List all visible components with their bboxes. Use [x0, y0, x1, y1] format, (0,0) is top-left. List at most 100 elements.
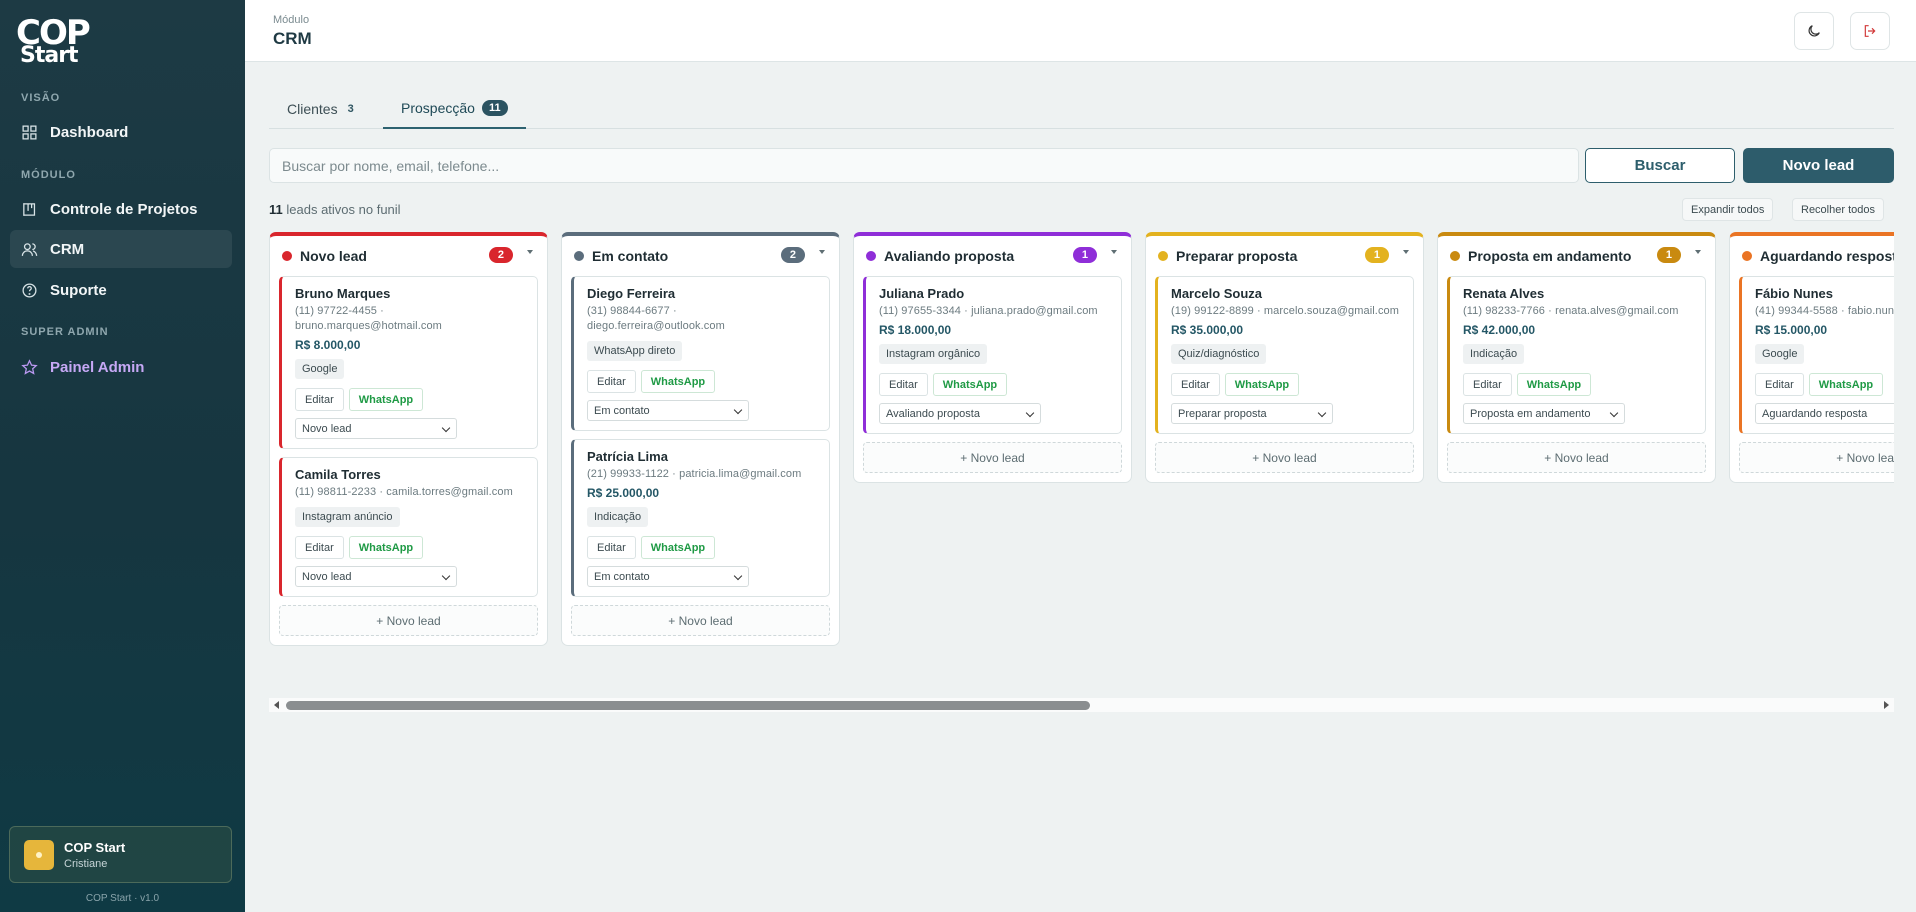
lead-name: Patrícia Lima	[587, 449, 668, 464]
lead-card[interactable]: Marcelo Souza (19) 99122-8899 · marcelo.s…	[1155, 276, 1414, 434]
new-lead-button[interactable]: Novo lead	[1743, 148, 1894, 183]
app-version: COP Start · v1.0	[85, 893, 160, 904]
add-lead-button[interactable]: + Novo lead	[279, 605, 538, 636]
stage-select[interactable]: Em contato	[587, 400, 749, 421]
edit-lead-button[interactable]: Editar	[1171, 373, 1220, 396]
lead-source-tag: Instagram orgânico	[879, 344, 988, 364]
edit-lead-button[interactable]: Editar	[1463, 373, 1512, 396]
add-lead-button[interactable]: + Novo lead	[863, 442, 1122, 473]
theme-toggle-button[interactable]	[1794, 12, 1834, 50]
expand-all-button[interactable]: Expandir todos	[1682, 198, 1774, 221]
tab-count: 11	[481, 99, 508, 116]
whatsapp-button[interactable]: WhatsApp	[640, 370, 716, 393]
lead-card[interactable]: Juliana Prado (11) 97655-3344 · juliana.p…	[863, 276, 1122, 434]
stage-select[interactable]: Novo lead	[295, 566, 457, 587]
lead-card[interactable]: Fábio Nunes (41) 99344-5588 · fabio.nunes…	[1739, 276, 1894, 434]
app-logo[interactable]: COP Start	[16, 16, 96, 68]
tab-count: 3	[347, 102, 354, 115]
search-button[interactable]: Buscar	[1585, 148, 1735, 183]
lead-card[interactable]: Patrícia Lima (21) 99933-1122 · patricia.…	[571, 439, 830, 597]
horizontal-scrollbar[interactable]	[269, 698, 1894, 712]
kanban-icon	[23, 202, 36, 216]
stage-select[interactable]: Aguardando resposta	[1755, 403, 1894, 424]
stage-select[interactable]: Novo lead	[295, 418, 457, 439]
sidebar: COP Start VISÃO Dashboard MÓDULO Control…	[0, 0, 245, 912]
lead-name: Renata Alves	[1463, 286, 1545, 301]
stage-select[interactable]: Em contato	[587, 566, 749, 587]
whatsapp-button[interactable]: WhatsApp	[1224, 373, 1300, 396]
sidebar-item-suporte[interactable]: Suporte	[10, 271, 232, 309]
chevron-down-icon[interactable]	[819, 250, 825, 254]
chevron-down-icon[interactable]	[1403, 250, 1409, 254]
funnel-count: 11	[269, 202, 283, 217]
lead-card[interactable]: Diego Ferreira (31) 98844-6677 · diego.fe…	[571, 276, 830, 431]
lead-value: R$ 15.000,00	[1755, 323, 1828, 337]
sidebar-item-crm[interactable]: CRM	[10, 230, 232, 268]
chevron-down-icon[interactable]	[1111, 250, 1117, 254]
column-header: Avaliando proposta 1	[854, 236, 1131, 276]
column-header: Aguardando resposta1	[1730, 236, 1894, 276]
whatsapp-button[interactable]: WhatsApp	[640, 536, 716, 559]
edit-lead-button[interactable]: Editar	[295, 536, 344, 559]
column-count-badge: 2	[780, 247, 805, 263]
dashboard-icon	[22, 124, 37, 140]
user-card[interactable]: COP Start Cristiane	[9, 826, 232, 883]
logout-button[interactable]	[1850, 12, 1890, 50]
lead-source-tag: Indicação	[1463, 344, 1525, 364]
add-lead-button[interactable]: + Novo lead	[1447, 442, 1706, 473]
column-count-badge: 1	[1072, 247, 1097, 263]
lead-card[interactable]: Renata Alves (11) 98233-7766 · renata.alv…	[1447, 276, 1706, 434]
lead-name: Juliana Prado	[879, 286, 965, 301]
kanban-column: Proposta em andamento 1 Renata Alves (11) 9…	[1437, 232, 1716, 483]
add-lead-button[interactable]: + Novo lead	[1155, 442, 1414, 473]
stage-select[interactable]: Proposta em andamento	[1463, 403, 1625, 424]
sidebar-item-projetos[interactable]: Controle de Projetos	[10, 190, 232, 228]
kanban-column: Aguardando resposta1 Fábio Nunes (41) 9934…	[1729, 232, 1894, 483]
scroll-right-icon[interactable]	[1884, 701, 1889, 709]
edit-lead-button[interactable]: Editar	[295, 388, 344, 411]
add-lead-button[interactable]: + Novo lead	[1739, 442, 1894, 473]
lead-contact: (11) 97655-3344 · juliana.prado@gmail.co…	[879, 305, 1098, 317]
lead-contact: (11) 97722-4455 · bruno.marques@hotmail.…	[295, 305, 442, 332]
chevron-down-icon[interactable]	[527, 250, 533, 254]
whatsapp-button[interactable]: WhatsApp	[1808, 373, 1884, 396]
funnel-text: leads ativos no funil	[286, 202, 401, 217]
lead-source-tag: WhatsApp direto	[587, 341, 683, 361]
stage-select[interactable]: Avaliando proposta	[879, 403, 1041, 424]
column-count-badge: 1	[1364, 247, 1389, 263]
sidebar-item-label: Painel Admin	[50, 358, 145, 376]
whatsapp-button[interactable]: WhatsApp	[932, 373, 1008, 396]
tab-label: Clientes	[287, 100, 338, 117]
whatsapp-button[interactable]: WhatsApp	[1516, 373, 1592, 396]
whatsapp-button[interactable]: WhatsApp	[348, 536, 424, 559]
lead-card[interactable]: Bruno Marques (11) 97722-4455 · bruno.mar…	[279, 276, 538, 449]
sidebar-item-admin[interactable]: Painel Admin	[10, 348, 232, 386]
user-name: COP Start	[64, 839, 126, 855]
column-title: Novo lead	[300, 248, 367, 264]
lead-card[interactable]: Camila Torres (11) 98811-2233 · camila.to…	[279, 457, 538, 597]
edit-lead-button[interactable]: Editar	[587, 370, 636, 393]
tab-prospeccao[interactable]: Prospecção 11	[383, 88, 526, 129]
stage-select[interactable]: Preparar proposta	[1171, 403, 1333, 424]
lead-contact: (11) 98811-2233 · camila.torres@gmail.co…	[295, 486, 513, 498]
edit-lead-button[interactable]: Editar	[1755, 373, 1804, 396]
section-title-modulo: MÓDULO	[21, 169, 76, 181]
tab-clientes[interactable]: Clientes 3	[269, 88, 372, 129]
lead-value: R$ 18.000,00	[879, 323, 952, 337]
kanban-board: Novo lead 2 Bruno Marques (11) 97722-4455 ·…	[269, 232, 1894, 690]
edit-lead-button[interactable]: Editar	[879, 373, 928, 396]
add-lead-button[interactable]: + Novo lead	[571, 605, 830, 636]
edit-lead-button[interactable]: Editar	[587, 536, 636, 559]
lead-contact: (41) 99344-5588 · fabio.nunes@gmail.com	[1755, 305, 1894, 317]
status-dot	[282, 251, 292, 261]
column-header: Proposta em andamento 1	[1438, 236, 1715, 276]
chevron-down-icon[interactable]	[1695, 250, 1701, 254]
sidebar-item-label: CRM	[50, 240, 85, 258]
whatsapp-button[interactable]: WhatsApp	[348, 388, 424, 411]
scroll-left-icon[interactable]	[274, 701, 279, 709]
collapse-all-button[interactable]: Recolher todos	[1792, 198, 1884, 221]
scrollbar-thumb[interactable]	[286, 701, 1090, 710]
lead-source-tag: Google	[1755, 344, 1805, 364]
sidebar-item-dashboard[interactable]: Dashboard	[10, 113, 232, 151]
search-input[interactable]	[269, 148, 1579, 183]
